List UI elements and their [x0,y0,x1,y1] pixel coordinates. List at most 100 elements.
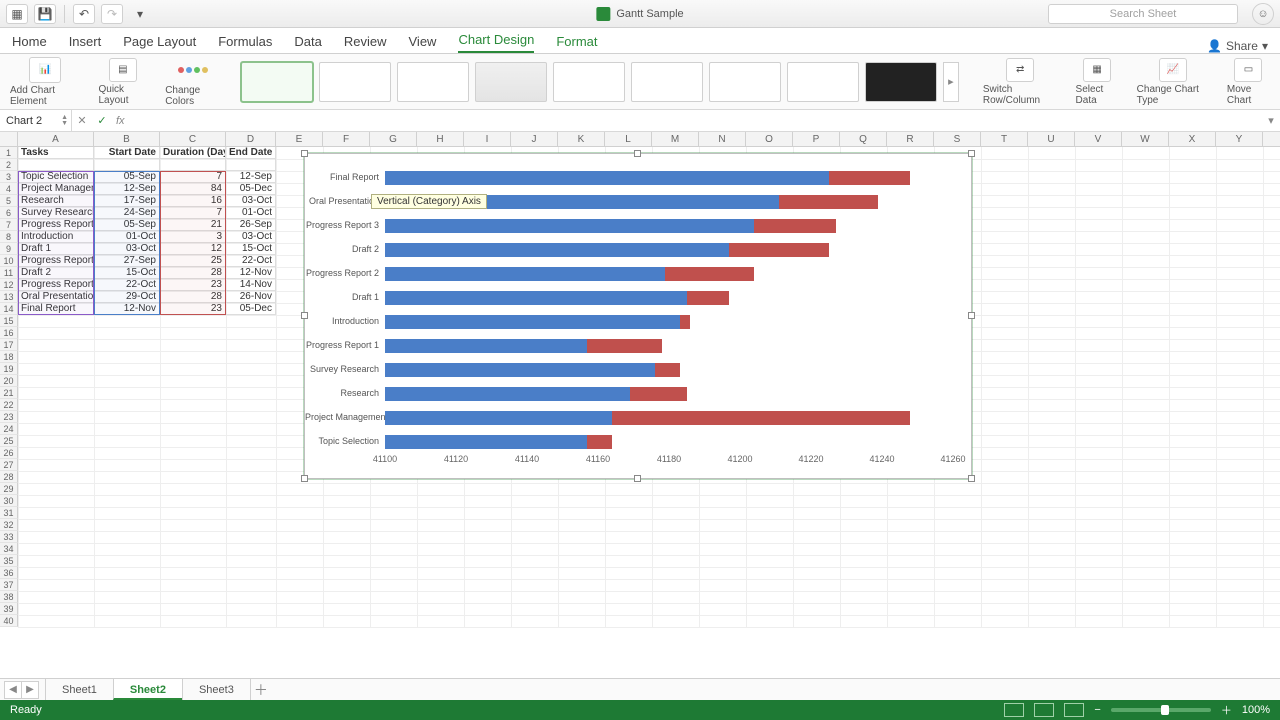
column-header[interactable]: N [699,132,746,146]
switch-row-column-button[interactable]: ⇄Switch Row/Column [979,58,1062,106]
tab-page-layout[interactable]: Page Layout [123,34,196,53]
tab-data[interactable]: Data [294,34,321,53]
row-header[interactable]: 19 [0,363,18,375]
name-box[interactable]: Chart 2▲▼ [0,110,72,131]
zoom-out-button[interactable]: − [1094,704,1100,716]
chart-category-label[interactable]: Progress Report 3 [305,219,379,231]
row-header[interactable]: 26 [0,447,18,459]
row-header[interactable]: 18 [0,351,18,363]
quick-layout-button[interactable]: ▤ Quick Layout [95,58,152,106]
chart-object[interactable]: Final ReportOral PresentationProgress Re… [304,153,972,479]
add-sheet-button[interactable]: ＋ [251,680,271,700]
row-header[interactable]: 10 [0,255,18,267]
tab-home[interactable]: Home [12,34,47,53]
row-header[interactable]: 20 [0,375,18,387]
chart-styles-gallery[interactable]: ▸ [241,62,959,102]
chart-category-label[interactable]: Project Management [305,411,379,423]
chart-category-label[interactable]: Final Report [305,171,379,183]
cancel-formula-button[interactable]: ✕ [72,114,92,127]
worksheet-grid[interactable]: ABCDEFGHIJKLMNOPQRSTUVWXY 12345678910111… [0,132,1280,678]
column-header[interactable]: T [981,132,1028,146]
add-chart-element-button[interactable]: 📊 Add Chart Element [6,57,85,107]
app-menu-button[interactable]: ▦ [6,4,28,24]
style-7[interactable] [709,62,781,102]
row-header[interactable]: 11 [0,267,18,279]
sheet-tab[interactable]: Sheet2 [113,679,183,700]
column-header[interactable]: O [746,132,793,146]
row-header[interactable]: 35 [0,555,18,567]
redo-button[interactable]: ↷ [101,4,123,24]
sheet-nav-prev[interactable]: ◀ [4,681,22,699]
row-header[interactable]: 7 [0,219,18,231]
row-header[interactable]: 27 [0,459,18,471]
change-chart-type-button[interactable]: 📈Change Chart Type [1133,58,1213,106]
sheet-tab[interactable]: Sheet1 [45,679,114,700]
chart-category-label[interactable]: Topic Selection [305,435,379,447]
column-header[interactable]: Q [840,132,887,146]
style-2[interactable] [319,62,391,102]
row-header[interactable]: 13 [0,291,18,303]
feedback-button[interactable]: ☺ [1252,3,1274,25]
row-header[interactable]: 21 [0,387,18,399]
style-9[interactable] [865,62,937,102]
tab-formulas[interactable]: Formulas [218,34,272,53]
row-header[interactable]: 37 [0,579,18,591]
row-header[interactable]: 6 [0,207,18,219]
style-5[interactable] [553,62,625,102]
save-button[interactable]: 💾 [34,4,56,24]
select-data-button[interactable]: ▦Select Data [1072,58,1123,106]
row-header[interactable]: 22 [0,399,18,411]
column-header[interactable]: B [94,132,160,146]
row-header[interactable]: 34 [0,543,18,555]
column-header[interactable]: J [511,132,558,146]
row-header[interactable]: 25 [0,435,18,447]
row-header[interactable]: 38 [0,591,18,603]
row-header[interactable]: 23 [0,411,18,423]
search-input[interactable]: Search Sheet [1048,4,1238,24]
view-page-layout-button[interactable] [1034,703,1054,717]
share-button[interactable]: 👤 Share ▾ [1207,39,1268,53]
column-header[interactable]: S [934,132,981,146]
column-header[interactable]: G [370,132,417,146]
row-header[interactable]: 33 [0,531,18,543]
row-header[interactable]: 5 [0,195,18,207]
row-header[interactable]: 4 [0,183,18,195]
undo-button[interactable]: ↶ [73,4,95,24]
column-header[interactable]: L [605,132,652,146]
column-header[interactable]: E [276,132,323,146]
row-header[interactable]: 2 [0,159,18,171]
customize-qat[interactable]: ▾ [129,4,151,24]
style-6[interactable] [631,62,703,102]
row-header[interactable]: 30 [0,495,18,507]
column-header[interactable]: H [417,132,464,146]
row-header[interactable]: 29 [0,483,18,495]
chart-category-label[interactable]: Draft 2 [305,243,379,255]
column-header[interactable]: Y [1216,132,1263,146]
change-colors-button[interactable]: Change Colors [161,57,225,107]
row-header[interactable]: 32 [0,519,18,531]
column-header[interactable]: F [323,132,370,146]
column-header[interactable]: W [1122,132,1169,146]
move-chart-button[interactable]: ▭Move Chart [1223,58,1274,106]
row-header[interactable]: 12 [0,279,18,291]
chart-category-label[interactable]: Introduction [305,315,379,327]
style-4[interactable] [475,62,547,102]
row-header[interactable]: 24 [0,423,18,435]
column-header[interactable]: P [793,132,840,146]
row-header[interactable]: 1 [0,147,18,159]
chart-category-label[interactable]: Draft 1 [305,291,379,303]
row-header[interactable]: 31 [0,507,18,519]
row-header[interactable]: 8 [0,231,18,243]
chart-category-label[interactable]: Progress Report 2 [305,267,379,279]
style-3[interactable] [397,62,469,102]
column-header[interactable]: C [160,132,226,146]
column-header[interactable]: K [558,132,605,146]
tab-format[interactable]: Format [556,34,597,53]
tab-insert[interactable]: Insert [69,34,102,53]
view-normal-button[interactable] [1004,703,1024,717]
column-header[interactable]: X [1169,132,1216,146]
row-header[interactable]: 3 [0,171,18,183]
column-header[interactable]: D [226,132,276,146]
column-header[interactable]: U [1028,132,1075,146]
column-header[interactable]: V [1075,132,1122,146]
